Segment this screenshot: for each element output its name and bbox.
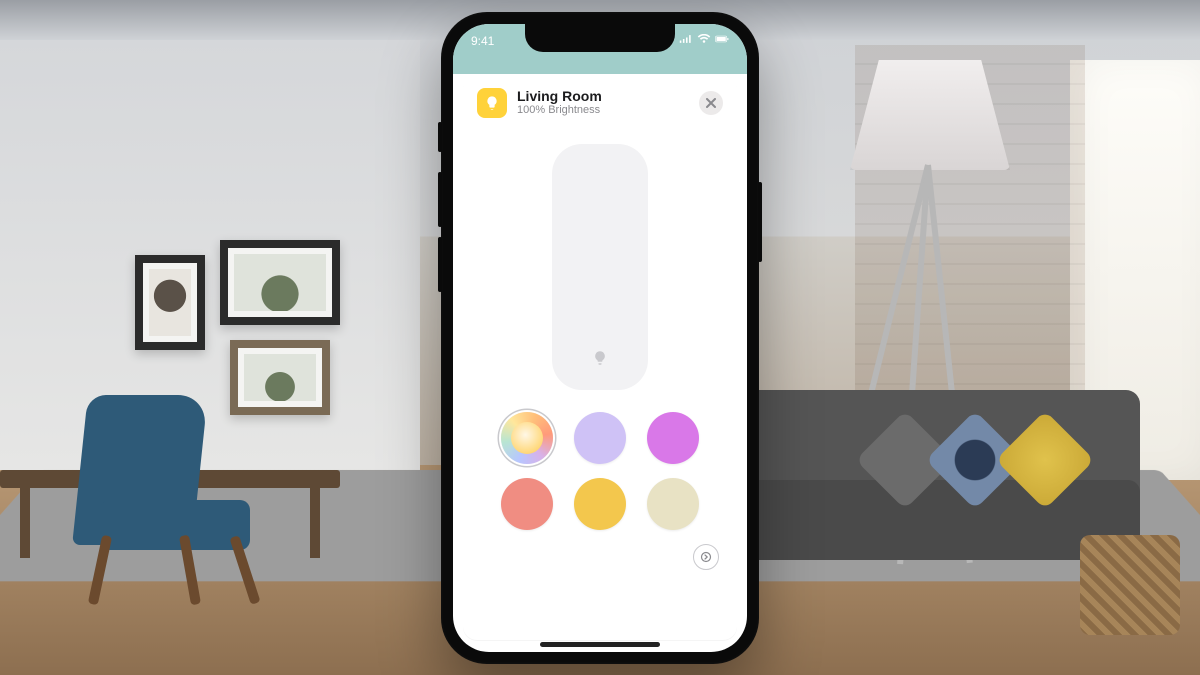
card-header: Living Room 100% Brightness <box>463 74 737 126</box>
close-button[interactable] <box>699 91 723 115</box>
swatch-magenta[interactable] <box>647 412 699 464</box>
brightness-slider[interactable] <box>552 144 648 390</box>
brightness-label: 100% Brightness <box>517 104 689 117</box>
phone-notch <box>525 24 675 52</box>
home-indicator[interactable] <box>540 642 660 647</box>
swatch-color-wheel[interactable] <box>501 412 553 464</box>
bulb-icon <box>477 88 507 118</box>
color-swatches <box>463 390 737 530</box>
status-icons <box>679 34 729 44</box>
accessory-card: Living Room 100% Brightness <box>463 74 737 640</box>
phone-frame: 9:41 Living Room 100% Brightness <box>441 12 759 664</box>
swatch-coral[interactable] <box>501 478 553 530</box>
phone-screen: 9:41 Living Room 100% Brightness <box>453 24 747 652</box>
battery-icon <box>715 34 729 44</box>
chevron-right-icon <box>700 551 712 563</box>
signal-icon <box>679 34 693 44</box>
room-name: Living Room <box>517 88 689 105</box>
swatch-gold[interactable] <box>574 478 626 530</box>
close-icon <box>706 98 716 108</box>
swatch-lavender[interactable] <box>574 412 626 464</box>
status-time: 9:41 <box>471 34 494 48</box>
more-button[interactable] <box>693 544 719 570</box>
swatch-warm-white[interactable] <box>647 478 699 530</box>
wifi-icon <box>697 34 711 44</box>
bulb-outline-icon <box>591 349 609 372</box>
